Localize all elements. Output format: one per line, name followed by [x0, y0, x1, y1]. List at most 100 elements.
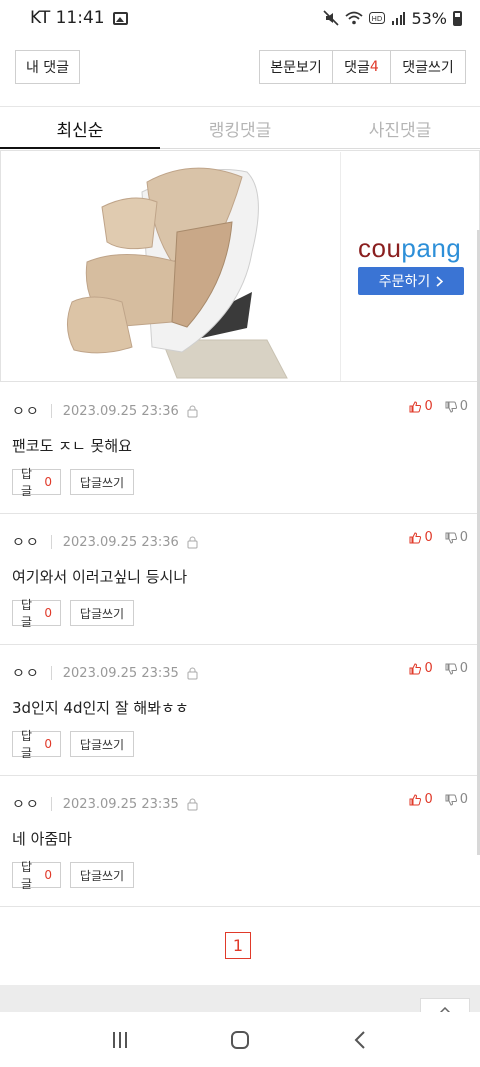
- thumbs-up-icon: [409, 400, 422, 412]
- write-reply-button[interactable]: 답글쓰기: [70, 469, 134, 495]
- upvote-button[interactable]: 0: [409, 399, 433, 414]
- downvote-count: 0: [459, 530, 468, 545]
- tab-latest[interactable]: 최신순: [0, 108, 160, 149]
- mute-icon: [323, 10, 340, 26]
- upvote-count: 0: [424, 792, 433, 807]
- home-icon: [231, 1030, 249, 1049]
- reply-button[interactable]: 답글 0: [12, 729, 61, 760]
- write-reply-button[interactable]: 답글쓰기: [70, 600, 134, 626]
- coupang-logo: coupang: [358, 233, 461, 264]
- thumbs-down-icon: [445, 663, 457, 675]
- divider: [50, 666, 52, 680]
- comments-button[interactable]: 댓글 4: [333, 51, 391, 83]
- downvote-button[interactable]: 0: [445, 792, 468, 807]
- reply-label: 답글: [21, 598, 33, 629]
- coupang-logo-part1: cou: [358, 233, 402, 263]
- comment-sort-tabs: 최신순 랭킹댓글 사진댓글: [0, 108, 480, 149]
- comment-item: ㅇㅇ 2023.09.25 23:36 0 0 팬코도 ㅈㄴ 못해요 답글 0 답…: [0, 383, 480, 514]
- reply-button[interactable]: 답글 0: [12, 467, 61, 498]
- reply-button[interactable]: 답글 0: [12, 860, 61, 891]
- battery-icon: [453, 10, 462, 26]
- upvote-count: 0: [424, 399, 433, 414]
- tab-photo[interactable]: 사진댓글: [320, 108, 480, 148]
- comments-label: 댓글: [344, 60, 370, 76]
- coupang-ad-banner[interactable]: coupang 주문하기: [0, 150, 480, 382]
- downvote-button[interactable]: 0: [445, 530, 468, 545]
- reply-count: 0: [44, 868, 52, 882]
- order-button-label: 주문하기: [378, 274, 431, 290]
- comment-item: ㅇㅇ 2023.09.25 23:36 0 0 여기와서 이러고싶니 등시나 답…: [0, 514, 480, 645]
- hd-voice-icon: HD: [369, 12, 386, 24]
- write-comment-button[interactable]: 댓글쓰기: [391, 51, 465, 83]
- comment-date: 2023.09.25 23:35: [62, 796, 179, 812]
- user-icon: [187, 405, 198, 418]
- my-comments-button[interactable]: 내 댓글: [15, 50, 80, 84]
- reply-button[interactable]: 답글 0: [12, 598, 61, 629]
- image-notification-icon: [112, 11, 128, 25]
- order-button[interactable]: 주문하기: [358, 267, 464, 295]
- divider: [50, 797, 52, 811]
- recent-apps-icon: [113, 1031, 127, 1048]
- user-icon: [187, 798, 198, 811]
- thumbs-up-icon: [409, 531, 422, 543]
- comment-text: 네 아줌마: [12, 830, 72, 848]
- write-reply-button[interactable]: 답글쓰기: [70, 731, 134, 757]
- reply-count: 0: [44, 606, 52, 620]
- reply-label: 답글: [21, 467, 33, 498]
- comment-author[interactable]: ㅇㅇ: [12, 532, 40, 552]
- wifi-icon: [345, 11, 364, 25]
- comment-date: 2023.09.25 23:35: [62, 665, 179, 681]
- comments-count: 4: [369, 59, 379, 75]
- footer-strip: [0, 985, 480, 1013]
- comment-toolbar: 내 댓글 본문보기 댓글 4 댓글쓰기: [15, 50, 466, 84]
- thumbs-down-icon: [445, 401, 457, 413]
- thumbs-down-icon: [445, 794, 457, 806]
- upvote-count: 0: [424, 661, 433, 676]
- divider: [0, 106, 480, 107]
- comment-date: 2023.09.25 23:36: [62, 403, 179, 419]
- massage-chair-product-image[interactable]: [2, 152, 341, 381]
- page-number-current[interactable]: 1: [225, 932, 251, 959]
- divider: [50, 535, 52, 549]
- thumbs-up-icon: [409, 793, 422, 805]
- upvote-count: 0: [424, 530, 433, 545]
- svg-text:HD: HD: [372, 15, 383, 23]
- system-navigation-bar: [0, 1012, 480, 1067]
- comment-author[interactable]: ㅇㅇ: [12, 794, 40, 814]
- battery-percent: 53%: [411, 8, 447, 28]
- view-article-button[interactable]: 본문보기: [260, 51, 333, 83]
- comment-text: 3d인지 4d인지 잘 해봐ㅎㅎ: [12, 699, 189, 717]
- downvote-button[interactable]: 0: [445, 661, 468, 676]
- user-icon: [187, 667, 198, 680]
- upvote-button[interactable]: 0: [409, 530, 433, 545]
- comment-item: ㅇㅇ 2023.09.25 23:35 0 0 네 아줌마 답글 0 답글쓰기: [0, 776, 480, 907]
- comment-author[interactable]: ㅇㅇ: [12, 663, 40, 683]
- comment-button-group: 본문보기 댓글 4 댓글쓰기: [259, 50, 466, 84]
- downvote-count: 0: [459, 399, 468, 414]
- thumbs-down-icon: [445, 532, 457, 544]
- coupang-logo-part2: pang: [401, 233, 462, 263]
- upvote-button[interactable]: 0: [409, 661, 433, 676]
- comment-author[interactable]: ㅇㅇ: [12, 401, 40, 421]
- upvote-button[interactable]: 0: [409, 792, 433, 807]
- recent-apps-button[interactable]: [100, 1020, 140, 1060]
- downvote-button[interactable]: 0: [445, 399, 468, 414]
- reply-count: 0: [44, 737, 52, 751]
- reply-label: 답글: [21, 860, 33, 891]
- signal-icon: [392, 11, 406, 25]
- status-bar: KT 11:41 HD 53%: [0, 0, 480, 36]
- write-reply-button[interactable]: 답글쓰기: [70, 862, 134, 888]
- tab-ranking[interactable]: 랭킹댓글: [160, 108, 320, 148]
- comment-item: ㅇㅇ 2023.09.25 23:35 0 0 3d인지 4d인지 잘 해봐ㅎㅎ…: [0, 645, 480, 776]
- chevron-right-icon: [436, 275, 444, 287]
- downvote-count: 0: [459, 661, 468, 676]
- downvote-count: 0: [459, 792, 468, 807]
- back-button[interactable]: [340, 1020, 380, 1060]
- home-button[interactable]: [220, 1020, 260, 1060]
- user-icon: [187, 536, 198, 549]
- thumbs-up-icon: [409, 662, 422, 674]
- reply-label: 답글: [21, 729, 33, 760]
- divider: [50, 404, 52, 418]
- reply-count: 0: [44, 475, 52, 489]
- status-time: KT 11:41: [30, 8, 105, 28]
